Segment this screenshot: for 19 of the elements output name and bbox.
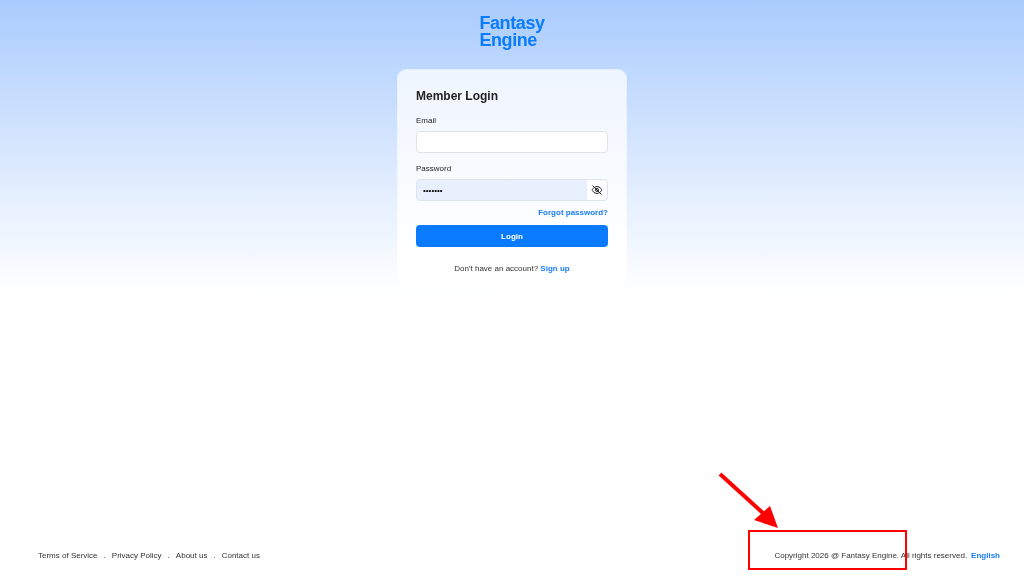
footer-link[interactable]: About us (175, 551, 208, 560)
footer-link[interactable]: Privacy Policy (111, 551, 162, 560)
signup-link[interactable]: Sign up (540, 264, 570, 273)
field-label: Email (416, 116, 437, 125)
forgot-password-link[interactable]: Forgot password? (538, 208, 608, 217)
hide-password-icon[interactable] (587, 180, 607, 200)
email-field[interactable] (416, 131, 608, 153)
language-link[interactable]: English (971, 551, 1000, 560)
field-label: Password (416, 164, 453, 173)
footer-link[interactable]: Contact us (221, 551, 260, 560)
separator: . (213, 551, 216, 560)
separator: . (103, 551, 106, 560)
login-button[interactable]: Login (416, 225, 608, 247)
logo: Fantasy Engine (479, 15, 545, 49)
separator: . (167, 551, 170, 560)
card-title: Member Login (416, 89, 499, 103)
signup-prompt: Don't have an account? Sign up (453, 264, 571, 273)
password-field[interactable]: ••••••• (416, 179, 608, 201)
footer-link[interactable]: Terms of Service (38, 551, 98, 560)
